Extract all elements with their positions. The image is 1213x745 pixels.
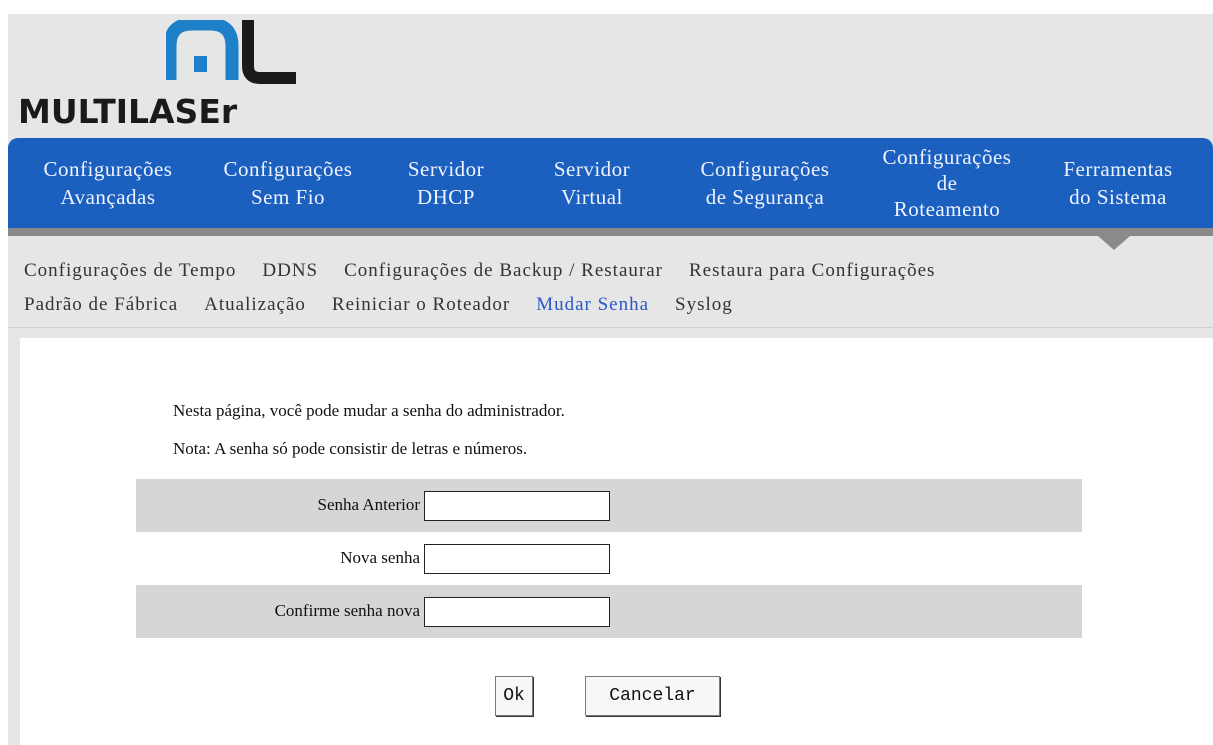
brand-name: MULTILASEr	[18, 92, 238, 131]
confirm-password-input[interactable]	[424, 597, 610, 627]
sub-nav-factory-reset[interactable]: Restaura para Configurações	[689, 260, 935, 282]
sub-nav: Configurações de Tempo DDNS Configurações …	[8, 236, 1213, 328]
form-row-new-password: Nova senha	[136, 532, 1082, 585]
nav-security-settings[interactable]: Configurações de Segurança	[672, 138, 858, 228]
nav-wireless-settings[interactable]: Configurações Sem Fio	[198, 138, 378, 228]
form-row-confirm-password: Confirme senha nova	[136, 585, 1082, 638]
nav-divider	[8, 228, 1213, 236]
nav-dhcp-server[interactable]: Servidor DHCP	[380, 138, 512, 228]
nav-label: Configurações	[882, 145, 1012, 169]
sub-nav-reboot-router[interactable]: Reiniciar o Roteador	[332, 294, 510, 316]
sub-nav-row: Padrão de Fábrica Atualização Reiniciar o …	[24, 294, 759, 316]
nav-virtual-server[interactable]: Servidor Virtual	[526, 138, 658, 228]
nav-label: DHCP	[416, 185, 475, 209]
confirm-password-label: Confirme senha nova	[274, 601, 420, 620]
old-password-label: Senha Anterior	[317, 495, 420, 514]
nav-label: Sem Fio	[250, 185, 326, 209]
note-text: Nota: A senha só pode consistir de letra…	[173, 439, 528, 458]
sub-nav-upgrade[interactable]: Atualização	[204, 294, 306, 316]
nav-label: Servidor	[407, 157, 485, 181]
nav-label: Ferramentas	[1063, 157, 1173, 181]
intro-text: Nesta página, você pode mudar a senha do…	[173, 401, 565, 420]
sub-nav-factory-reset-cont[interactable]: Padrão de Fábrica	[24, 294, 178, 316]
sub-nav-row: Configurações de Tempo DDNS Configurações …	[24, 260, 935, 282]
cancel-button[interactable]: Cancelar	[585, 676, 720, 716]
sub-nav-backup-restore[interactable]: Configurações de Backup / Restaurar	[344, 260, 663, 282]
nav-label: Virtual	[561, 185, 623, 209]
sub-nav-time-settings[interactable]: Configurações de Tempo	[24, 260, 236, 282]
sub-nav-change-password[interactable]: Mudar Senha	[536, 294, 649, 316]
nav-label: Servidor	[553, 157, 631, 181]
nav-label: Avançadas	[60, 185, 156, 209]
header: MULTILASEr	[8, 14, 1213, 138]
new-password-input[interactable]	[424, 544, 610, 574]
multilaser-logo-icon	[166, 20, 296, 84]
nav-routing-settings[interactable]: Configurações de Roteamento	[858, 138, 1036, 228]
content-panel: Nesta página, você pode mudar a senha do…	[20, 338, 1213, 745]
old-password-input[interactable]	[424, 491, 610, 521]
nav-label: de	[936, 171, 958, 195]
sub-nav-ddns[interactable]: DDNS	[262, 260, 318, 282]
ok-button[interactable]: Ok	[495, 676, 533, 716]
page: MULTILASEr Configurações Avançadas Config…	[8, 14, 1213, 745]
current-section-pointer	[1098, 236, 1130, 250]
nav-label: de Segurança	[705, 185, 825, 209]
nav-label: do Sistema	[1069, 185, 1167, 209]
main-nav: Configurações Avançadas Configurações Sem …	[8, 138, 1213, 236]
nav-label: Roteamento	[893, 197, 1001, 221]
form-row-old-password: Senha Anterior	[136, 479, 1082, 532]
new-password-label: Nova senha	[340, 548, 420, 567]
nav-system-tools[interactable]: Ferramentas do Sistema	[1038, 138, 1198, 228]
nav-label: Configurações	[223, 157, 353, 181]
sub-nav-syslog[interactable]: Syslog	[675, 294, 733, 316]
nav-label: Configurações	[43, 157, 173, 181]
nav-label: Configurações	[700, 157, 830, 181]
password-form: Senha Anterior Nova senha Confirme senha…	[136, 479, 1082, 638]
nav-advanced-settings[interactable]: Configurações Avançadas	[18, 138, 198, 228]
